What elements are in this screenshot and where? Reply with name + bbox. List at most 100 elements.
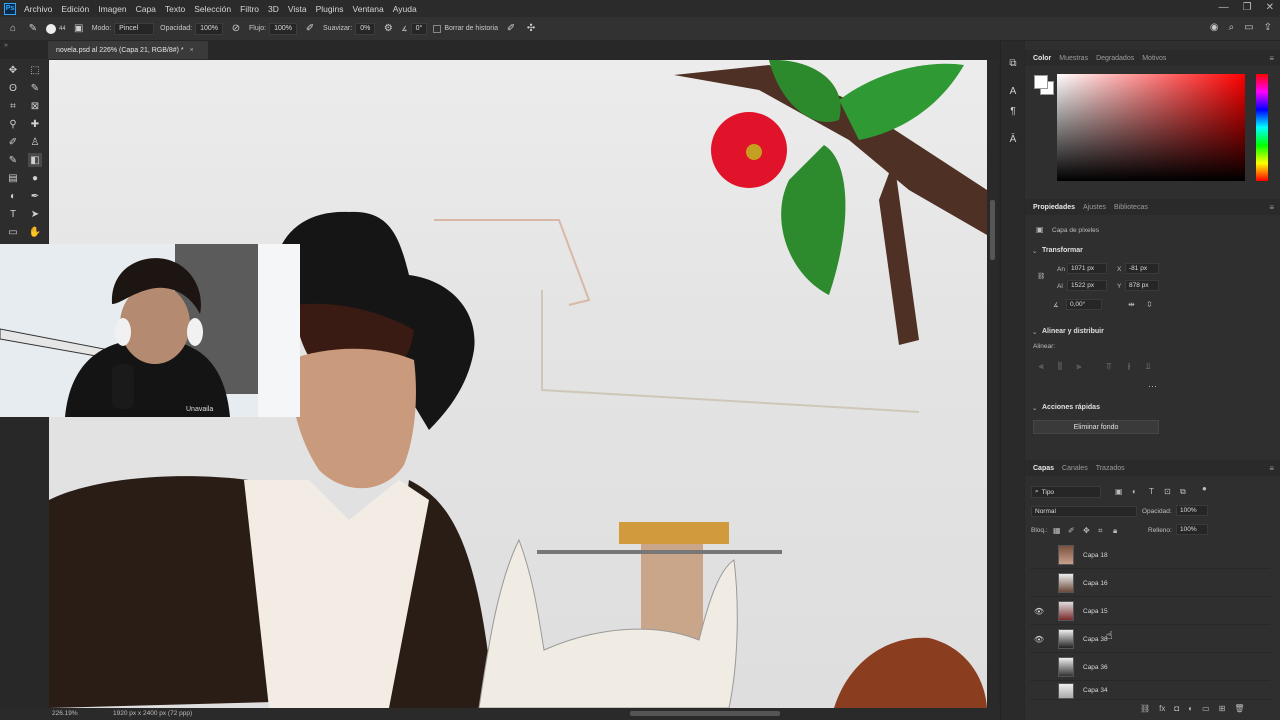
add-mask-icon[interactable]: ◘ xyxy=(1174,704,1179,713)
symmetry-icon[interactable]: ✣ xyxy=(524,22,538,36)
more-options-icon[interactable]: ··· xyxy=(1148,381,1157,391)
home-icon[interactable]: ⌂ xyxy=(6,22,20,36)
frame-tool-icon[interactable]: ⊠ xyxy=(28,99,42,113)
align-center-h-icon[interactable]: ⫼ xyxy=(1055,361,1065,371)
filter-type-icon[interactable]: T xyxy=(1149,487,1154,496)
modo-select[interactable]: Pincel xyxy=(114,22,155,35)
type-tool-icon[interactable]: T xyxy=(6,207,20,221)
link-layers-icon[interactable]: ⛓ xyxy=(1140,704,1150,713)
tab-bibliotecas[interactable]: Bibliotecas xyxy=(1114,204,1148,211)
opacity-field[interactable]: 100% xyxy=(1176,505,1208,516)
filter-adjust-icon[interactable]: ◐ xyxy=(1132,487,1137,496)
lock-position-icon[interactable]: ✥ xyxy=(1083,526,1090,535)
workspace-icon[interactable]: ▭ xyxy=(1244,22,1253,33)
chevron-quick-icon[interactable]: ⌄ xyxy=(1032,404,1037,412)
opacidad-input[interactable]: 100% xyxy=(195,22,223,35)
properties-panel-menu-icon[interactable]: ≡ xyxy=(1269,203,1274,212)
tab-color[interactable]: Color xyxy=(1033,55,1051,62)
marquee-tool-icon[interactable]: ⬚ xyxy=(28,63,42,77)
menu-texto[interactable]: Texto xyxy=(165,4,185,14)
angle-field[interactable]: 0,00° xyxy=(1066,299,1102,310)
gradient-tool-icon[interactable]: ▤ xyxy=(6,171,20,185)
align-top-icon[interactable]: ⫪ xyxy=(1104,361,1114,371)
layer-filter-select[interactable]: ⌕ Tipo xyxy=(1031,486,1101,498)
pen-tool-icon[interactable]: ✒ xyxy=(28,189,42,203)
lock-artboard-icon[interactable]: ⌗ xyxy=(1098,526,1103,536)
foreground-color-swatch[interactable] xyxy=(1034,75,1048,89)
close-icon[interactable]: ✕ xyxy=(1266,2,1274,13)
angle-input[interactable]: 0° xyxy=(410,22,428,35)
flujo-input[interactable]: 100% xyxy=(269,22,298,35)
chevron-align-icon[interactable]: ⌄ xyxy=(1032,328,1037,336)
tab-canales[interactable]: Canales xyxy=(1062,465,1088,472)
layer-row[interactable]: Capa 18 xyxy=(1030,542,1270,569)
collapse-toolbar-icon[interactable]: » xyxy=(4,42,8,49)
tab-muestras[interactable]: Muestras xyxy=(1059,55,1088,62)
color-panel-menu-icon[interactable]: ≡ xyxy=(1269,54,1274,63)
learn-icon[interactable]: ◉ xyxy=(1210,22,1219,33)
pressure-opacity-icon[interactable]: ⊘ xyxy=(229,22,243,36)
layer-row[interactable]: 👁︎ Capa 38 xyxy=(1030,626,1270,653)
hand-tool-icon[interactable]: ✋ xyxy=(28,225,42,239)
crop-tool-icon[interactable]: ⌗ xyxy=(6,99,20,113)
glyphs-panel-icon[interactable]: Ā xyxy=(1007,133,1019,145)
lock-paint-icon[interactable]: ✐ xyxy=(1068,526,1075,535)
gear-icon[interactable]: ⚙ xyxy=(381,22,395,36)
photoshop-logo-icon[interactable]: Ps xyxy=(4,2,16,15)
quick-select-tool-icon[interactable]: ✎ xyxy=(28,81,42,95)
layer-row[interactable]: Capa 16 xyxy=(1030,570,1270,597)
menu-filtro[interactable]: Filtro xyxy=(240,4,259,14)
link-icon[interactable]: ⛓ xyxy=(1037,272,1045,280)
healing-tool-icon[interactable]: ✚ xyxy=(28,117,42,131)
lock-all-icon[interactable]: 🔒︎ xyxy=(1113,526,1117,536)
rectangle-tool-icon[interactable]: ▭ xyxy=(6,225,20,239)
menu-plugins[interactable]: Plugins xyxy=(316,4,344,14)
airbrush-icon[interactable]: ✐ xyxy=(303,22,317,36)
close-tab-icon[interactable]: × xyxy=(190,47,194,54)
restore-icon[interactable]: ❐ xyxy=(1243,2,1252,13)
hue-slider[interactable] xyxy=(1256,74,1268,181)
layer-row[interactable]: 👁︎ Capa 15 xyxy=(1030,598,1270,625)
suavizar-input[interactable]: 0% xyxy=(355,22,376,35)
brush-preset[interactable]: 44 xyxy=(46,23,66,34)
y-field[interactable]: 878 px xyxy=(1125,280,1159,291)
layer-row[interactable]: Capa 34 xyxy=(1030,682,1270,700)
delete-layer-icon[interactable]: 🗑︎ xyxy=(1234,704,1244,713)
filter-shape-icon[interactable]: ⊡ xyxy=(1164,487,1171,496)
stamp-tool-icon[interactable]: ♙ xyxy=(28,135,42,149)
minimize-icon[interactable]: — xyxy=(1219,2,1229,13)
fx-icon[interactable]: fx xyxy=(1159,704,1165,713)
dodge-tool-icon[interactable]: ◐ xyxy=(6,189,20,203)
align-title[interactable]: Alinear y distribuir xyxy=(1042,328,1104,335)
remove-background-button[interactable]: Eliminar fondo xyxy=(1033,420,1159,434)
an-field[interactable]: 1071 px xyxy=(1067,263,1107,274)
tab-ajustes[interactable]: Ajustes xyxy=(1083,204,1106,211)
menu-vista[interactable]: Vista xyxy=(288,4,307,14)
new-layer-icon[interactable]: ⊞ xyxy=(1219,704,1226,713)
chevron-transform-icon[interactable]: ⌄ xyxy=(1032,247,1037,255)
share-icon[interactable]: ⇪ xyxy=(1264,22,1272,33)
move-tool-icon[interactable]: ✥ xyxy=(6,63,20,77)
history-brush-tool-icon[interactable]: ✎ xyxy=(6,153,20,167)
transform-title[interactable]: Transformar xyxy=(1042,247,1083,254)
al-field[interactable]: 1522 px xyxy=(1067,280,1107,291)
eyedropper-tool-icon[interactable]: ⚲ xyxy=(6,117,20,131)
document-info[interactable]: 1920 px x 2400 px (72 ppp) xyxy=(113,710,192,717)
menu-archivo[interactable]: Archivo xyxy=(24,4,52,14)
pressure-size-icon[interactable]: ✐ xyxy=(504,22,518,36)
brush-tool-icon[interactable]: ✐ xyxy=(6,135,20,149)
tab-degradados[interactable]: Degradados xyxy=(1096,55,1134,62)
filter-toggle-icon[interactable]: ● xyxy=(1202,484,1207,493)
paragraph-panel-icon[interactable]: ¶ xyxy=(1007,105,1019,117)
fill-field[interactable]: 100% xyxy=(1176,524,1208,535)
flip-horizontal-icon[interactable]: ⇹ xyxy=(1128,300,1135,309)
align-left-icon[interactable]: ⫷ xyxy=(1036,361,1046,371)
eraser-tool-panel-icon[interactable]: ◧ xyxy=(28,153,42,167)
new-group-icon[interactable]: ▭ xyxy=(1202,704,1210,713)
align-middle-v-icon[interactable]: ⫲ xyxy=(1124,361,1134,371)
quick-actions-title[interactable]: Acciones rápidas xyxy=(1042,404,1100,411)
menu-ayuda[interactable]: Ayuda xyxy=(393,4,417,14)
blend-mode-select[interactable]: Normal xyxy=(1031,506,1137,517)
tab-motivos[interactable]: Motivos xyxy=(1142,55,1166,62)
history-panel-icon[interactable]: ⧉ xyxy=(1007,57,1019,69)
